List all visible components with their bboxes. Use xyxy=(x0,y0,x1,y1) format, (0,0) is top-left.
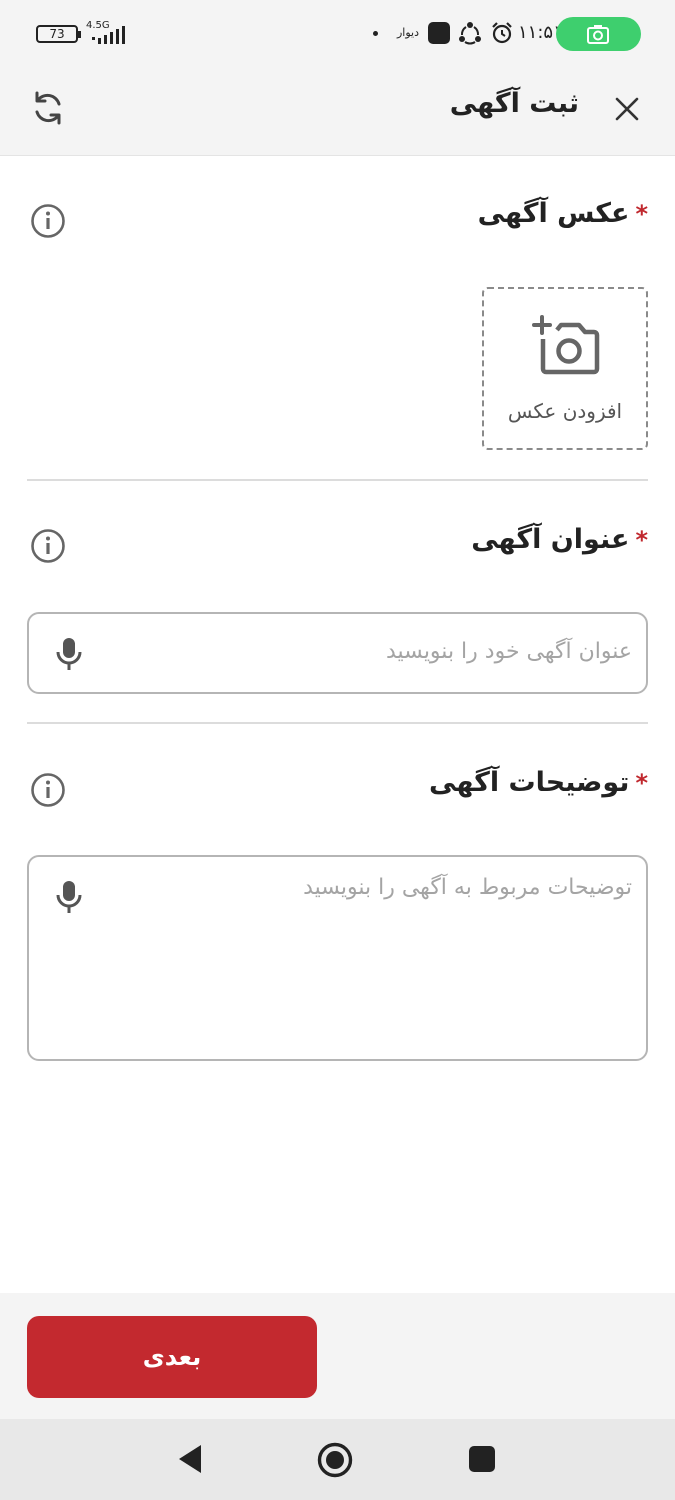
close-icon[interactable] xyxy=(608,90,648,130)
status-bar: 73 4.5G دیوار ۱۱:۵۱ xyxy=(0,0,675,70)
recent-apps-icon[interactable] xyxy=(469,1446,495,1472)
required-asterisk: * xyxy=(635,769,648,797)
microphone-icon[interactable] xyxy=(55,636,83,672)
title-section-label: عنوان آگهی xyxy=(471,524,630,555)
signal-icon xyxy=(92,26,125,44)
description-section-title: *توضیحات آگهی xyxy=(429,767,648,798)
section-divider xyxy=(27,722,648,724)
system-nav-bar xyxy=(0,1419,675,1500)
bottom-action-bar: بعدی xyxy=(0,1293,675,1419)
alarm-icon xyxy=(492,22,512,44)
photo-section-label: عکس آگهی xyxy=(477,198,630,229)
page-title: ثبت آگهی xyxy=(449,88,579,119)
info-icon[interactable] xyxy=(30,772,66,808)
info-icon[interactable] xyxy=(30,528,66,564)
sync-share-icon xyxy=(459,22,481,45)
required-asterisk: * xyxy=(635,200,648,228)
photo-section-title: *عکس آگهی xyxy=(478,198,648,229)
ad-title-input[interactable]: عنوان آگهی خود را بنویسید xyxy=(27,612,648,694)
battery-indicator: 73 xyxy=(36,25,81,43)
microphone-icon[interactable] xyxy=(55,879,83,915)
ad-description-textarea[interactable]: توضیحات مربوط به آگهی را بنویسید xyxy=(27,855,648,1061)
add-photo-label: افزودن عکس xyxy=(507,399,623,423)
top-app-bar: ثبت آگهی xyxy=(0,70,675,156)
info-icon[interactable] xyxy=(30,203,66,239)
home-icon[interactable] xyxy=(316,1441,354,1479)
screen-record-indicator[interactable] xyxy=(556,17,641,51)
ad-title-placeholder: عنوان آگهی خود را بنویسید xyxy=(386,639,632,664)
description-section-label: توضیحات آگهی xyxy=(429,767,630,798)
notification-app-name: دیوار xyxy=(397,26,420,39)
app-notification-icon xyxy=(428,22,450,44)
add-photo-button[interactable]: افزودن عکس xyxy=(482,287,648,450)
section-divider xyxy=(27,479,648,481)
title-section-title: *عنوان آگهی xyxy=(471,524,648,555)
back-icon[interactable] xyxy=(176,1443,204,1475)
next-button[interactable]: بعدی xyxy=(27,1316,317,1398)
notification-dot-icon xyxy=(373,31,378,36)
required-asterisk: * xyxy=(635,526,648,554)
refresh-icon[interactable] xyxy=(28,88,68,128)
camera-icon xyxy=(587,25,609,44)
ad-description-placeholder: توضیحات مربوط به آگهی را بنویسید xyxy=(303,875,632,900)
add-photo-camera-icon xyxy=(532,315,600,375)
